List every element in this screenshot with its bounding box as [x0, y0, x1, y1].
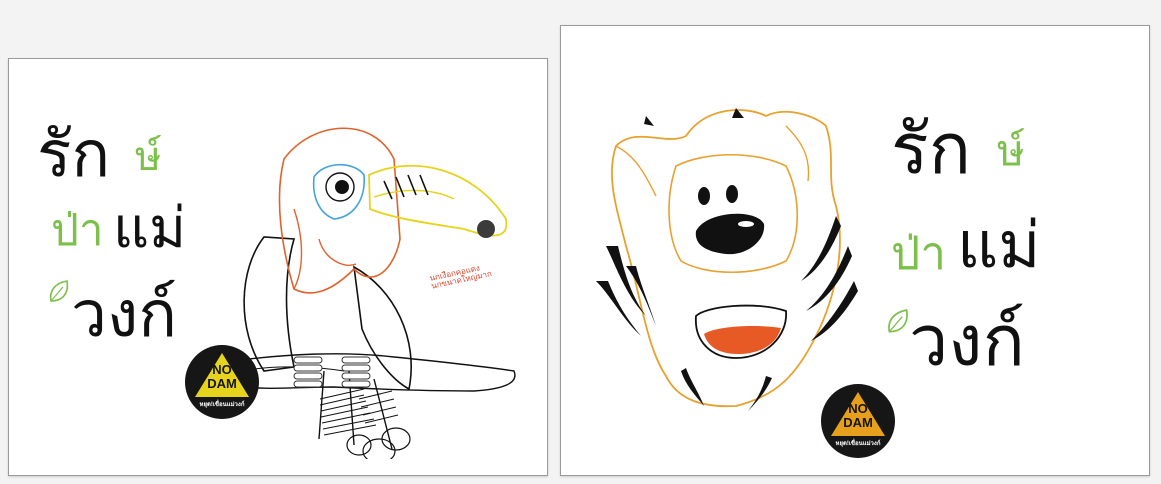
slogan-word-suffix: ษ์	[997, 126, 1025, 175]
badge-line-dam: DAM	[843, 415, 873, 430]
no-dam-badge: NO DAM หยุด!เขื่อนแม่วงก์	[185, 345, 259, 419]
slogan-word-forest: ป่า	[51, 205, 104, 256]
no-dam-badge: NO DAM หยุด!เขื่อนแม่วงก์	[821, 384, 895, 458]
slogan-word-wong: วงก์	[71, 278, 177, 352]
badge-line-no: NO	[848, 401, 868, 416]
hornbill-poster-card: รัก ษ์ ป่า แม่ วงก์ นกเงือกคอแดง นกขนาดใ…	[8, 58, 548, 476]
leaf-icon	[49, 280, 69, 302]
badge-line-dam: DAM	[207, 376, 237, 391]
slogan-word-wong: วงก์	[909, 300, 1025, 382]
badge-line-sub: หยุด!เขื่อนแม่วงก์	[835, 441, 881, 447]
badge-line-sub: หยุด!เขื่อนแม่วงก์	[199, 402, 245, 408]
slogan-word-suffix: ษ์	[135, 134, 162, 180]
slogan-word-love: รัก	[891, 108, 971, 190]
slogan-word-love: รัก	[37, 118, 111, 192]
leaf-icon	[888, 309, 908, 333]
slogan-word-mae: แม่	[957, 209, 1041, 283]
slogan-word-mae: แม่	[113, 196, 187, 261]
slogan-word-forest: ป่า	[891, 226, 947, 280]
tiger-poster-card: รัก ษ์ ป่า แม่ วงก์ NO DAM หยุด!เขื่อนแม…	[560, 25, 1150, 476]
badge-line-no: NO	[212, 362, 232, 377]
